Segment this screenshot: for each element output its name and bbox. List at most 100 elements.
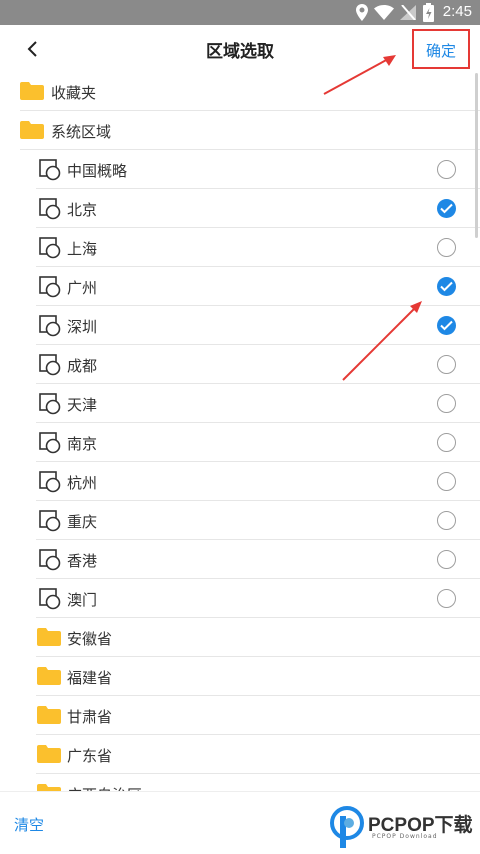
region-shape-icon <box>39 393 61 415</box>
radio-unchecked[interactable] <box>437 550 456 569</box>
divider <box>36 656 480 657</box>
folder-row[interactable]: 福建省 <box>0 658 480 696</box>
folder-row[interactable]: 系统区域 <box>0 112 480 150</box>
radio-unchecked[interactable] <box>437 160 456 179</box>
region-shape-icon <box>39 549 61 571</box>
region-shape-icon <box>39 354 61 376</box>
clear-button[interactable]: 清空 <box>14 814 44 835</box>
region-row[interactable]: 广州 <box>0 268 480 306</box>
row-label: 成都 <box>67 357 98 375</box>
divider <box>36 539 480 540</box>
folder-icon <box>37 706 61 724</box>
region-shape-icon <box>39 198 61 220</box>
divider <box>36 500 480 501</box>
folder-icon <box>37 745 61 763</box>
region-row[interactable]: 澳门 <box>0 580 480 618</box>
region-shape-icon <box>39 159 61 181</box>
row-label: 天津 <box>67 396 98 414</box>
divider <box>36 383 480 384</box>
row-label: 福建省 <box>67 669 113 687</box>
region-row[interactable]: 天津 <box>0 385 480 423</box>
row-label: 广西自治区 <box>67 784 142 791</box>
folder-icon <box>37 667 61 685</box>
region-shape-icon <box>39 588 61 610</box>
row-label: 系统区域 <box>51 123 112 141</box>
region-row[interactable]: 重庆 <box>0 502 480 540</box>
region-shape-icon <box>39 237 61 259</box>
divider <box>36 305 480 306</box>
region-row[interactable]: 香港 <box>0 541 480 579</box>
region-row[interactable]: 成都 <box>0 346 480 384</box>
row-label: 广州 <box>67 279 98 297</box>
divider <box>36 617 480 618</box>
folder-icon <box>37 784 61 791</box>
confirm-highlight-box: 确定 <box>412 29 470 69</box>
row-label: 广东省 <box>67 747 113 765</box>
region-row[interactable]: 深圳 <box>0 307 480 345</box>
watermark-sub: PCPOP Download <box>372 833 438 840</box>
folder-row[interactable]: 收藏夹 <box>0 73 480 111</box>
divider <box>36 734 480 735</box>
folder-row[interactable]: 广东省 <box>0 736 480 774</box>
region-shape-icon <box>39 276 61 298</box>
region-shape-icon <box>39 471 61 493</box>
row-label: 北京 <box>67 201 98 219</box>
region-row[interactable]: 南京 <box>0 424 480 462</box>
region-row[interactable]: 北京 <box>0 190 480 228</box>
confirm-button[interactable]: 确定 <box>414 40 468 61</box>
folder-row[interactable]: 甘肃省 <box>0 697 480 735</box>
radio-unchecked[interactable] <box>437 589 456 608</box>
divider <box>36 266 480 267</box>
clock: 2:45 <box>442 3 472 20</box>
radio-checked[interactable] <box>437 277 456 296</box>
divider <box>36 773 480 774</box>
divider <box>36 695 480 696</box>
divider <box>36 227 480 228</box>
region-row[interactable]: 杭州 <box>0 463 480 501</box>
title-bar: 区域选取 确定 <box>0 25 480 73</box>
region-row[interactable]: 上海 <box>0 229 480 267</box>
folder-row[interactable]: 安徽省 <box>0 619 480 657</box>
row-label: 香港 <box>67 552 98 570</box>
radio-unchecked[interactable] <box>437 433 456 452</box>
region-list[interactable]: 收藏夹系统区域中国概略北京上海广州深圳成都天津南京杭州重庆香港澳门安徽省福建省甘… <box>0 73 480 791</box>
page-title: 区域选取 <box>206 42 274 62</box>
radio-unchecked[interactable] <box>437 394 456 413</box>
divider <box>36 578 480 579</box>
folder-row[interactable]: 广西自治区 <box>0 775 480 791</box>
row-label: 甘肃省 <box>67 708 113 726</box>
folder-icon <box>37 628 61 646</box>
region-shape-icon <box>39 315 61 337</box>
folder-icon <box>20 82 44 100</box>
divider <box>36 344 480 345</box>
radio-checked[interactable] <box>437 316 456 335</box>
row-label: 澳门 <box>67 591 98 609</box>
radio-unchecked[interactable] <box>437 472 456 491</box>
status-bar: 2:45 <box>0 0 480 25</box>
radio-unchecked[interactable] <box>437 511 456 530</box>
divider <box>36 422 480 423</box>
radio-unchecked[interactable] <box>437 238 456 257</box>
pcpop-logo-icon <box>330 806 364 848</box>
divider <box>20 110 480 111</box>
battery-icon <box>423 3 434 22</box>
region-row[interactable]: 中国概略 <box>0 151 480 189</box>
row-label: 杭州 <box>67 474 98 492</box>
radio-checked[interactable] <box>437 199 456 218</box>
folder-icon <box>20 121 44 139</box>
watermark: PCPOP下载 PCPOP Download <box>330 802 478 850</box>
wifi-icon <box>374 5 394 20</box>
row-label: 安徽省 <box>67 630 113 648</box>
divider <box>36 188 480 189</box>
row-label: 中国概略 <box>67 162 128 180</box>
scrollbar[interactable] <box>475 73 478 238</box>
row-label: 上海 <box>67 240 98 258</box>
row-label: 南京 <box>67 435 98 453</box>
row-label: 深圳 <box>67 318 98 336</box>
divider <box>36 461 480 462</box>
row-label: 重庆 <box>67 513 98 531</box>
radio-unchecked[interactable] <box>437 355 456 374</box>
bottom-bar: 清空 PCPOP下载 PCPOP Download <box>0 791 480 854</box>
region-shape-icon <box>39 510 61 532</box>
divider <box>20 149 480 150</box>
